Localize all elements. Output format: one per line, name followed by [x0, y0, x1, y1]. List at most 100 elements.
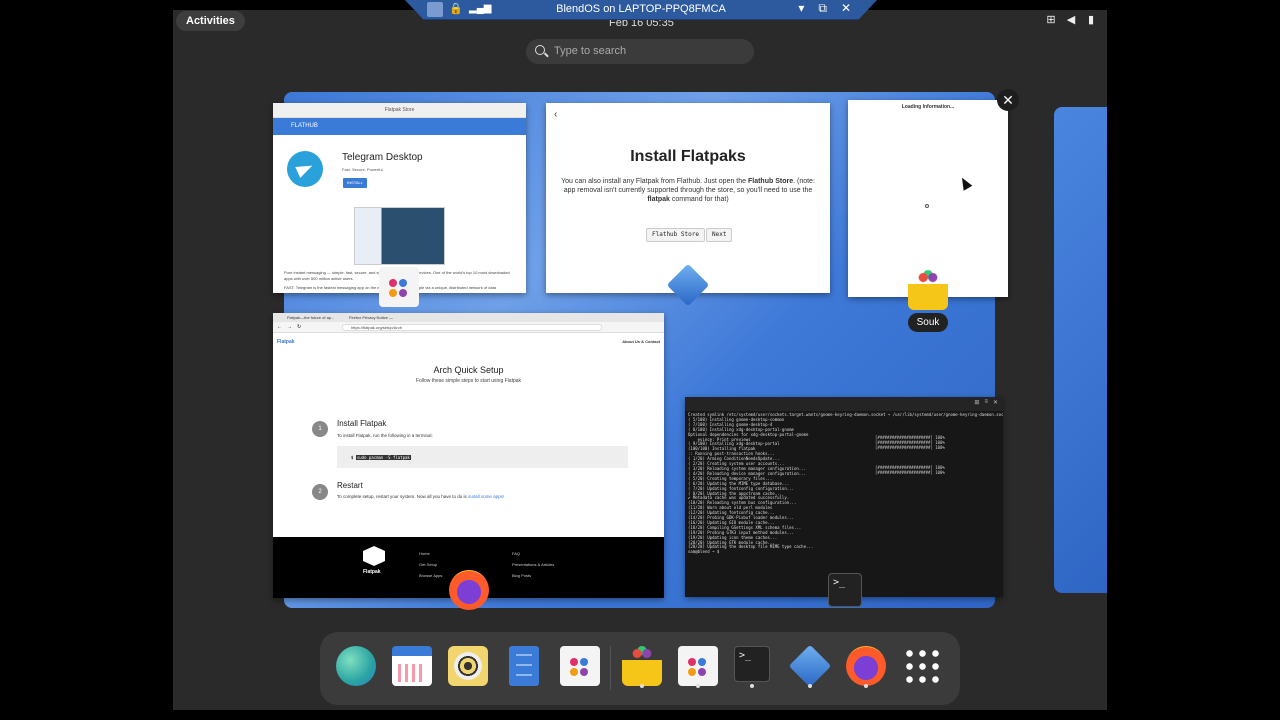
flathub-brand: FLATHUB	[291, 123, 318, 129]
minimize-button[interactable]: ▾	[798, 1, 804, 16]
browser-tabs: Flatpak—the future of ap... Firefox Priv…	[273, 313, 664, 322]
running-indicator	[864, 684, 868, 688]
footer-link[interactable]: Browse Apps	[419, 570, 442, 581]
app-name: Telegram Desktop	[342, 152, 423, 163]
page-heading: Arch Quick Setup	[433, 365, 504, 375]
desktop-screen: Activities Feb 16 05:35 ⊞ ◀ ▮ Type to se…	[173, 10, 1107, 710]
next-button[interactable]: Next	[706, 228, 733, 242]
close-window-button[interactable]: ✕	[997, 89, 1019, 111]
souk-window[interactable]: Loading Information...	[848, 100, 1008, 297]
search-placeholder: Type to search	[554, 45, 627, 57]
command-prompt: $	[351, 455, 354, 460]
url-input[interactable]: https://flatpak.org/setup/Arch	[342, 324, 602, 331]
terminal-titlebar: ⊞ ≡ ✕	[685, 397, 1003, 411]
firefox-icon[interactable]	[846, 646, 886, 686]
step-description: To install Flatpak, run the following in…	[337, 433, 433, 438]
about-link[interactable]: About Us & Contact	[622, 339, 660, 344]
remote-desktop-bar[interactable]: 🔒 ▂▄▆ BlendOS on LAPTOP-PPQ8FMCA ▾ ⧉ ✕	[405, 0, 877, 20]
dash-dock: >_	[320, 632, 960, 705]
running-indicator	[696, 684, 700, 688]
footer-link[interactable]: Home	[419, 548, 442, 559]
back-button[interactable]: ‹	[554, 109, 557, 120]
running-indicator	[808, 684, 812, 688]
footer-link[interactable]: Presentations & Articles	[512, 559, 554, 570]
footer-logo-text: Flatpak	[363, 569, 381, 575]
flatpak-logo-icon	[363, 546, 385, 566]
rhythmbox-icon[interactable]	[448, 646, 488, 686]
files-icon[interactable]	[509, 646, 539, 686]
firefox-app-icon[interactable]	[449, 570, 489, 610]
activities-button[interactable]: Activities	[176, 11, 245, 31]
page-subheading: Follow these simple steps to start using…	[415, 378, 522, 384]
volume-icon[interactable]: ◀	[1065, 14, 1077, 26]
network-icon[interactable]: ⊞	[1045, 14, 1057, 26]
progress-bar-text: [######################] 100%	[875, 445, 945, 450]
close-button[interactable]: ✕	[841, 1, 851, 16]
telegram-icon	[287, 151, 323, 187]
step-title: Install Flatpak	[337, 419, 387, 428]
footer-link[interactable]: Get Setup	[419, 559, 442, 570]
flatpak-store-icon[interactable]	[678, 646, 718, 686]
terminal-line: sam@blend ~ $	[688, 549, 720, 555]
running-indicator	[640, 684, 644, 688]
body-text: You can also install any Flatpak from Fl…	[561, 178, 748, 185]
loading-title: Loading Information...	[901, 104, 955, 110]
app-grid-icon[interactable]	[903, 647, 941, 685]
software-icon[interactable]	[560, 646, 600, 686]
footer-links-2: FAQ Presentations & Articles Blog Posts	[512, 548, 554, 581]
flatpak-store-window[interactable]: Flatpak Store FLATHUB Telegram Desktop F…	[273, 103, 526, 293]
tab-flatpak[interactable]: Flatpak—the future of ap...	[287, 315, 334, 320]
app-tagline: Fast. Secure. Powerful.	[342, 167, 384, 172]
tab-privacy[interactable]: Firefox Privacy Notice —	[349, 315, 393, 320]
new-tab-icon[interactable]: ⊞	[974, 399, 979, 406]
flathub-store-button[interactable]: Flathub Store	[646, 228, 705, 242]
body-bold-flatpak: flatpak	[647, 196, 670, 203]
souk-app-icon[interactable]	[908, 270, 948, 310]
install-apps-link[interactable]: install some apps!	[468, 494, 504, 499]
body-bold-store: Flathub Store	[747, 178, 794, 185]
search-input[interactable]: Type to search	[526, 39, 754, 64]
terminal-window[interactable]: ⊞ ≡ ✕ Created symlink /etc/systemd/user/so…	[685, 397, 1003, 597]
window-titlebar: Flatpak Store	[273, 103, 526, 118]
menu-icon[interactable]: ≡	[984, 399, 988, 406]
flatpak-brand-link[interactable]: Flatpak	[277, 339, 295, 345]
footer-links-1: Home Get Setup Browse Apps	[419, 548, 442, 581]
step-description: To complete setup, restart your system. …	[337, 494, 504, 499]
flathub-header: FLATHUB	[273, 118, 526, 135]
footer-link[interactable]: Blog Posts	[512, 570, 554, 581]
firefox-window[interactable]: Flatpak—the future of ap... Firefox Priv…	[273, 313, 664, 598]
restart-text: To complete setup, restart your system. …	[337, 494, 469, 499]
installer-title: Install Flatpaks	[630, 148, 746, 165]
app-screenshot	[354, 207, 445, 265]
command-code-block[interactable]: $ sudo pacman -S flatpak	[337, 446, 628, 468]
reload-icon[interactable]: ↻	[297, 324, 301, 330]
installer-icon[interactable]	[788, 644, 832, 688]
install-button[interactable]: INSTALL	[343, 178, 367, 188]
system-tray[interactable]: ⊞ ◀ ▮	[1045, 14, 1097, 26]
next-workspace-preview[interactable]	[1054, 107, 1107, 593]
install-command: sudo pacman -S flatpak	[355, 455, 411, 460]
calendar-icon[interactable]	[392, 646, 432, 686]
body-text-3: command for that)	[669, 196, 729, 203]
terminal-output[interactable]: Created symlink /etc/systemd/user/socket…	[685, 411, 1003, 557]
close-icon[interactable]: ✕	[993, 399, 998, 406]
souk-label: Souk	[908, 313, 948, 332]
restore-button[interactable]: ⧉	[818, 1, 827, 16]
search-icon	[535, 45, 545, 55]
globe-icon[interactable]	[336, 646, 376, 686]
battery-icon[interactable]: ▮	[1085, 14, 1097, 26]
terminal-icon[interactable]: >_	[734, 646, 770, 682]
footer-link[interactable]: FAQ	[512, 548, 554, 559]
step-number: 2	[312, 484, 328, 500]
loading-spinner-icon	[925, 204, 929, 208]
installer-body: You can also install any Flatpak from Fl…	[560, 177, 816, 204]
terminal-app-icon[interactable]: >_	[828, 573, 862, 607]
running-indicator	[750, 684, 754, 688]
souk-icon[interactable]	[622, 646, 662, 686]
flatpak-store-app-icon[interactable]	[379, 267, 419, 307]
dock-separator	[610, 646, 611, 690]
step-number: 1	[312, 421, 328, 437]
back-icon[interactable]: ←	[277, 324, 282, 330]
window-title: Flatpak Store	[384, 107, 415, 113]
forward-icon[interactable]: →	[287, 324, 292, 330]
